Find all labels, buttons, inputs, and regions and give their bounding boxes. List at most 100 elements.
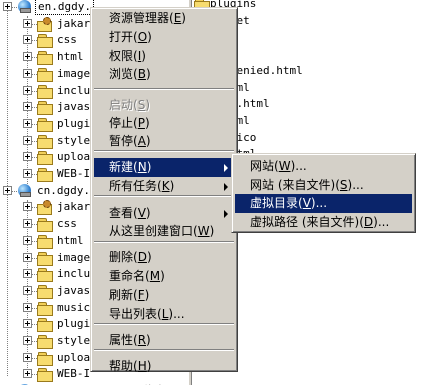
expand-toggle[interactable] <box>23 69 32 78</box>
expand-toggle[interactable] <box>3 186 12 195</box>
menu-item-accelerator: H <box>137 359 147 373</box>
expand-toggle[interactable] <box>23 286 32 295</box>
expand-toggle[interactable] <box>23 119 32 128</box>
menu-item-ellipsis: ... <box>173 307 185 321</box>
submenu-arrow-icon <box>224 183 228 191</box>
menu-item-text: 浏览 <box>109 67 134 81</box>
tree-node-label: music <box>57 301 91 314</box>
folder-icon <box>37 285 53 299</box>
submenu-arrow-icon <box>224 210 228 218</box>
expand-toggle[interactable] <box>23 52 32 61</box>
menu-item-browse[interactable]: 浏览(B) <box>94 65 234 84</box>
expand-toggle[interactable] <box>23 369 32 378</box>
menu-item-text: 虚拟目录 <box>250 196 299 210</box>
expand-toggle[interactable] <box>23 253 32 262</box>
menu-item-all-tasks[interactable]: 所有任务(K) <box>94 177 234 196</box>
menu-item-accelerator: F <box>137 288 145 302</box>
menu-item-text: 暂停 <box>109 134 134 148</box>
menu-item-new-window[interactable]: 从这里创建窗口(W) <box>94 222 234 241</box>
expand-toggle[interactable] <box>23 303 32 312</box>
menu-item-pause[interactable]: 暂停(A) <box>94 132 234 151</box>
folder-icon <box>37 368 53 382</box>
menu-item-text: 删除 <box>109 250 134 264</box>
expand-toggle[interactable] <box>23 169 32 178</box>
tree-node-label: css <box>57 217 77 230</box>
expand-toggle[interactable] <box>23 202 32 211</box>
submenu-arrow-icon <box>224 164 228 172</box>
menu-item-ellipsis: ... <box>377 214 390 229</box>
menu-item-accelerator: P <box>137 116 145 130</box>
menu-item-text: 查看 <box>109 206 134 220</box>
expand-toggle[interactable] <box>23 353 32 362</box>
expand-toggle[interactable] <box>23 35 32 44</box>
folder-icon <box>37 318 53 332</box>
submenu-item-website-from-file[interactable]: 网站 (来自文件)(S)... <box>235 176 412 195</box>
menu-item-permissions[interactable]: 权限(I) <box>94 47 234 66</box>
tree-node-label: style <box>57 134 91 147</box>
tree-node-label: jakar <box>57 200 91 213</box>
menu-item-refresh[interactable]: 刷新(F) <box>94 286 234 305</box>
menu-item-accelerator: E <box>173 11 182 25</box>
menu-item-accelerator: A <box>137 134 146 148</box>
menu-item-accelerator: I <box>137 49 142 63</box>
folder-icon <box>37 151 53 165</box>
expand-toggle[interactable] <box>23 319 32 328</box>
menu-item-text: 导出列表 <box>109 307 158 321</box>
menu-item-new[interactable]: 新建(N) <box>94 158 234 177</box>
submenu-item-virtual-directory-from-file[interactable]: 虚拟路径 (来自文件)(D)... <box>235 213 412 232</box>
menu-item-explorer[interactable]: 资源管理器(E) <box>94 9 234 28</box>
tree-node-label: html <box>57 234 84 247</box>
menu-separator <box>94 349 234 351</box>
expand-toggle[interactable] <box>23 136 32 145</box>
menu-item-accelerator: O <box>137 30 148 44</box>
context-menu: 资源管理器(E) 打开(O) 权限(I) 浏览(B) 启动(S) 停止(P) 暂停(A) 新建… <box>90 7 238 373</box>
expand-toggle[interactable] <box>23 102 32 111</box>
menu-item-text: 网站 (来自文件) <box>250 177 336 192</box>
menu-separator <box>94 88 234 90</box>
menu-item-help[interactable]: 帮助(H) <box>94 357 234 376</box>
menu-separator <box>94 150 234 152</box>
menu-item-delete[interactable]: 删除(D) <box>94 248 234 267</box>
expand-toggle[interactable] <box>23 219 32 228</box>
folder-icon <box>37 101 53 115</box>
tree-node-label: uploa <box>57 351 91 364</box>
tree-node-label: plugi <box>57 317 91 330</box>
menu-item-properties[interactable]: 属性(R) <box>94 331 234 350</box>
menu-item-accelerator: D <box>137 250 147 264</box>
menu-item-stop[interactable]: 停止(P) <box>94 114 234 133</box>
tree-node-label: inclu <box>57 267 91 280</box>
menu-item-view[interactable]: 查看(V) <box>94 204 234 223</box>
globe-icon <box>17 0 33 15</box>
menu-item-accelerator: R <box>137 333 147 347</box>
menu-item-open[interactable]: 打开(O) <box>94 28 234 47</box>
menu-item-accelerator: M <box>149 269 161 283</box>
tree-node-label: jakar <box>57 17 91 30</box>
expand-toggle[interactable] <box>23 336 32 345</box>
tree-node-label: html <box>57 50 84 63</box>
menu-item-export-list[interactable]: 导出列表(L)... <box>94 305 234 324</box>
expand-toggle[interactable] <box>23 236 32 245</box>
menu-item-accelerator: S <box>137 98 146 112</box>
menu-item-accelerator: D <box>363 214 374 229</box>
submenu-item-website[interactable]: 网站(W)... <box>235 157 412 176</box>
menu-item-text: 从这里创建窗口 <box>109 224 194 238</box>
submenu-item-virtual-directory[interactable]: 虚拟目录(V)... <box>235 194 412 213</box>
menu-item-text: 新建 <box>109 160 134 174</box>
folder-icon <box>37 235 53 249</box>
tree-node-label: uploa <box>57 150 91 163</box>
folder-icon <box>37 352 53 366</box>
menu-separator <box>94 323 234 325</box>
expand-toggle[interactable] <box>3 2 12 11</box>
expand-toggle[interactable] <box>23 269 32 278</box>
tree-node-label: en.dgdy. <box>35 0 94 15</box>
menu-item-rename[interactable]: 重命名(M) <box>94 267 234 286</box>
menu-item-accelerator: K <box>161 179 170 193</box>
menu-item-text: 虚拟路径 (来自文件) <box>250 214 360 229</box>
folder-icon <box>37 118 53 132</box>
expand-toggle[interactable] <box>23 86 32 95</box>
menu-item-text: 属性 <box>109 333 134 347</box>
menu-item-accelerator: W <box>278 159 291 173</box>
expand-toggle[interactable] <box>23 19 32 28</box>
menu-item-text: 启动 <box>109 98 134 112</box>
expand-toggle[interactable] <box>23 152 32 161</box>
